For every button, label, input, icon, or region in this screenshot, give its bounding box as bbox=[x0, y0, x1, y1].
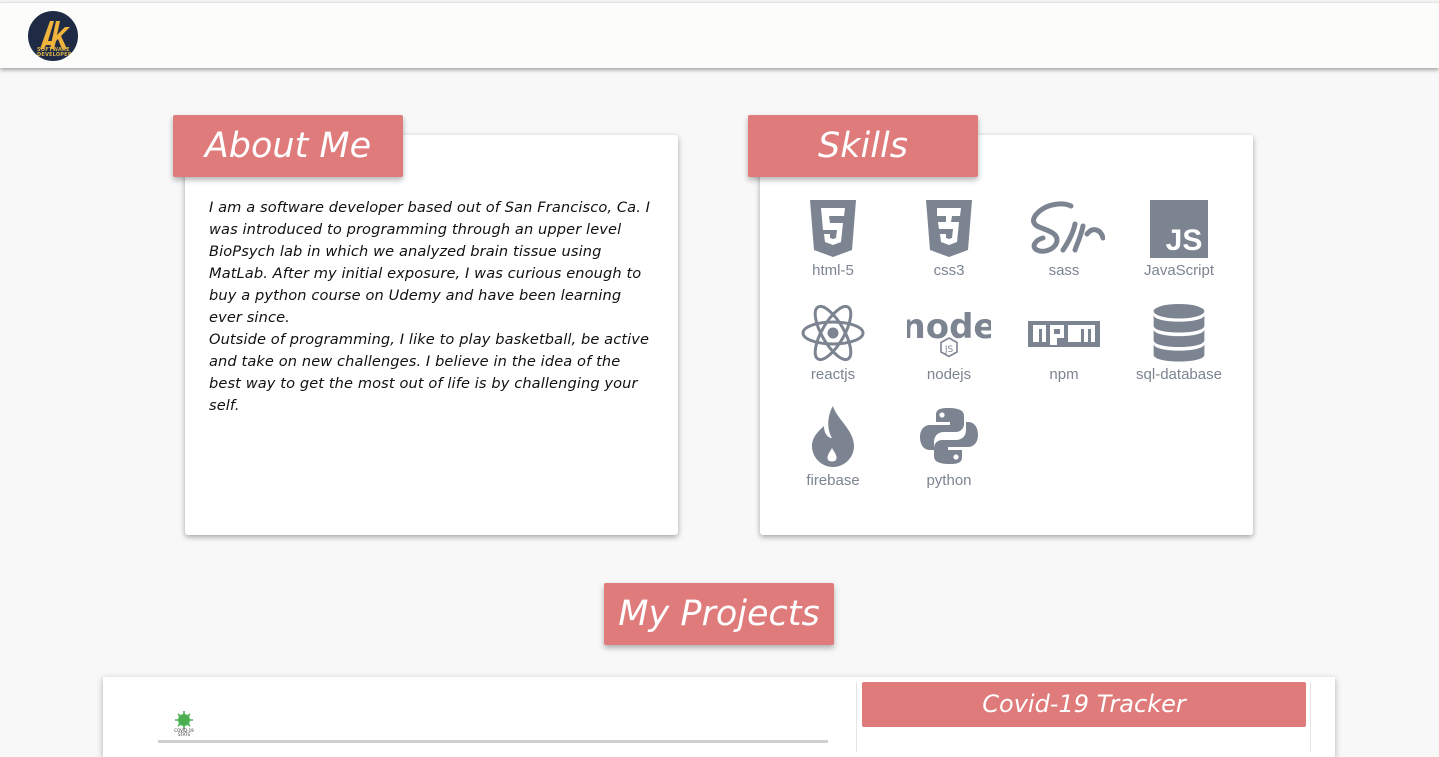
skill-html5: html-5 bbox=[778, 200, 888, 279]
about-paragraph-2: Outside of programming, I like to play b… bbox=[209, 331, 650, 414]
svg-text:JS: JS bbox=[944, 345, 954, 355]
skill-label: css3 bbox=[933, 262, 965, 279]
skill-label: sass bbox=[1048, 262, 1080, 279]
project-thumbnail bbox=[158, 740, 828, 743]
virus-icon bbox=[175, 711, 193, 729]
projects-heading: My Projects bbox=[604, 583, 834, 645]
skill-npm: npm bbox=[1009, 304, 1119, 383]
npm-icon bbox=[1028, 321, 1100, 347]
skill-label: sql-database bbox=[1136, 366, 1222, 383]
firebase-icon bbox=[812, 406, 854, 467]
project-card-divider bbox=[856, 682, 857, 752]
nodejs-icon: node JS bbox=[907, 307, 991, 358]
css3-icon bbox=[926, 200, 972, 257]
skill-nodejs: node JS nodejs bbox=[894, 304, 1004, 383]
skill-sass: sass bbox=[1009, 200, 1119, 279]
skill-react: reactjs bbox=[778, 304, 888, 383]
skills-heading: Skills bbox=[748, 115, 978, 177]
skill-label: html-5 bbox=[812, 262, 854, 279]
skill-firebase: firebase bbox=[778, 404, 888, 489]
sass-icon bbox=[1031, 201, 1105, 254]
python-icon bbox=[920, 408, 978, 464]
svg-text:JS: JS bbox=[1166, 224, 1203, 257]
skill-label: npm bbox=[1049, 366, 1079, 383]
skill-label: nodejs bbox=[926, 366, 972, 383]
react-icon bbox=[801, 304, 865, 362]
about-paragraph-1: I am a software developer based out of S… bbox=[209, 199, 651, 326]
logo[interactable]: SOFTWARE DEVELOPER bbox=[28, 11, 78, 61]
project-card-edge bbox=[1310, 682, 1311, 752]
javascript-icon: JS bbox=[1150, 200, 1208, 258]
project-thumbnail-caption: COVID-19 STATS bbox=[174, 728, 194, 737]
svg-text:node: node bbox=[907, 307, 991, 347]
about-heading: About Me bbox=[173, 115, 403, 177]
html5-icon bbox=[810, 200, 856, 257]
logo-subtitle: SOFTWARE DEVELOPER bbox=[37, 47, 72, 58]
project-title[interactable]: Covid-19 Tracker bbox=[862, 682, 1306, 727]
skill-label: JavaScript bbox=[1143, 262, 1215, 279]
skill-sql-database: sql-database bbox=[1124, 304, 1234, 383]
top-navbar: SOFTWARE DEVELOPER bbox=[0, 2, 1439, 68]
skill-javascript: JS JavaScript bbox=[1124, 200, 1234, 279]
skill-label: python bbox=[926, 472, 972, 489]
skill-python: python bbox=[894, 404, 1004, 489]
about-text: I am a software developer based out of S… bbox=[209, 197, 657, 417]
database-icon bbox=[1153, 304, 1205, 362]
skill-label: firebase bbox=[806, 472, 860, 489]
skill-label: reactjs bbox=[810, 366, 856, 383]
skill-css3: css3 bbox=[894, 200, 1004, 279]
